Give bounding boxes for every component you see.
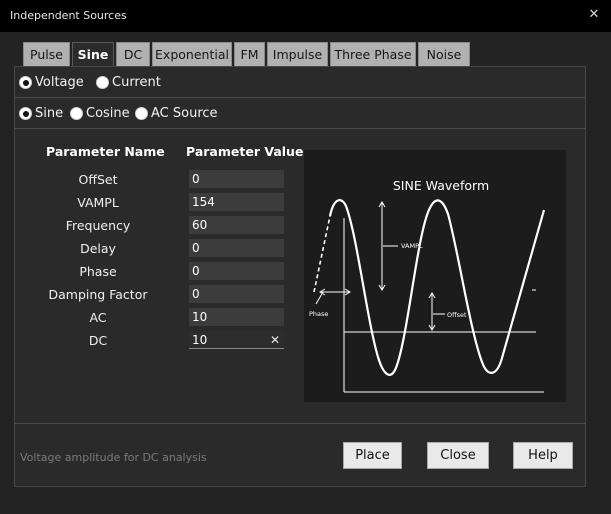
radio-voltage-indicator bbox=[19, 76, 32, 89]
delay-input[interactable] bbox=[189, 239, 284, 257]
ac-input[interactable] bbox=[189, 308, 284, 326]
title-bar: Independent Sources ✕ bbox=[0, 0, 611, 32]
radio-current-label: Current bbox=[112, 75, 161, 90]
column-header-value: Parameter Value bbox=[186, 144, 304, 159]
radio-current-indicator bbox=[96, 76, 109, 89]
param-label-delay: Delay bbox=[80, 241, 116, 256]
window-close-icon[interactable]: ✕ bbox=[583, 4, 605, 26]
tab-dc[interactable]: DC bbox=[116, 42, 150, 66]
divider bbox=[14, 97, 586, 98]
radio-ac-source-label: AC Source bbox=[151, 106, 218, 121]
param-label-dc: DC bbox=[88, 333, 108, 348]
place-button[interactable]: Place bbox=[343, 442, 402, 469]
tab-fm[interactable]: FM bbox=[234, 42, 265, 66]
tab-sine[interactable]: Sine bbox=[72, 42, 114, 66]
param-label-damping-factor: Damping Factor bbox=[48, 287, 148, 302]
window-title: Independent Sources bbox=[10, 9, 127, 22]
waveform-illustration: SINE Waveform VAMPL Offset Phase bbox=[309, 178, 546, 393]
phase-input[interactable] bbox=[189, 262, 284, 280]
damping-factor-input[interactable] bbox=[189, 285, 284, 303]
phase-leader bbox=[315, 291, 324, 305]
vampl-label: VAMPL bbox=[401, 242, 423, 250]
column-header-name: Parameter Name bbox=[46, 144, 165, 159]
param-label-ac: AC bbox=[89, 310, 107, 325]
sine-curve bbox=[328, 199, 546, 376]
param-label-frequency: Frequency bbox=[65, 218, 131, 233]
frequency-input[interactable] bbox=[189, 216, 284, 234]
tab-three-phase[interactable]: Three Phase bbox=[330, 42, 416, 66]
radio-sine-indicator bbox=[19, 107, 32, 120]
radio-voltage-label: Voltage bbox=[35, 75, 84, 90]
diagram-title: SINE Waveform bbox=[393, 178, 489, 193]
close-button[interactable]: Close bbox=[427, 442, 489, 469]
sine-waveform-diagram: SINE Waveform VAMPL Offset Phase bbox=[304, 150, 566, 402]
tab-impulse[interactable]: Impulse bbox=[267, 42, 328, 66]
delay-dashed-curve bbox=[313, 215, 331, 293]
radio-ac-source-indicator bbox=[135, 107, 148, 120]
param-label-phase: Phase bbox=[79, 264, 117, 279]
radio-cosine-indicator bbox=[70, 107, 83, 120]
param-label-offset: OffSet bbox=[78, 172, 118, 187]
divider bbox=[14, 423, 586, 424]
tab-exponential[interactable]: Exponential bbox=[152, 42, 232, 66]
tab-noise[interactable]: Noise bbox=[418, 42, 470, 66]
divider bbox=[14, 128, 586, 129]
clear-input-icon[interactable]: ✕ bbox=[268, 333, 282, 347]
offset-label: Offset bbox=[447, 311, 467, 319]
radio-cosine-label: Cosine bbox=[86, 106, 130, 121]
help-button[interactable]: Help bbox=[513, 442, 573, 469]
status-text: Voltage amplitude for DC analysis bbox=[20, 451, 207, 464]
param-label-vampl: VAMPL bbox=[77, 195, 119, 210]
tab-pulse[interactable]: Pulse bbox=[23, 42, 70, 66]
radio-sine-label: Sine bbox=[35, 106, 64, 121]
offset-input[interactable] bbox=[189, 170, 284, 188]
vampl-input[interactable] bbox=[189, 193, 284, 211]
phase-label: Phase bbox=[309, 310, 328, 318]
